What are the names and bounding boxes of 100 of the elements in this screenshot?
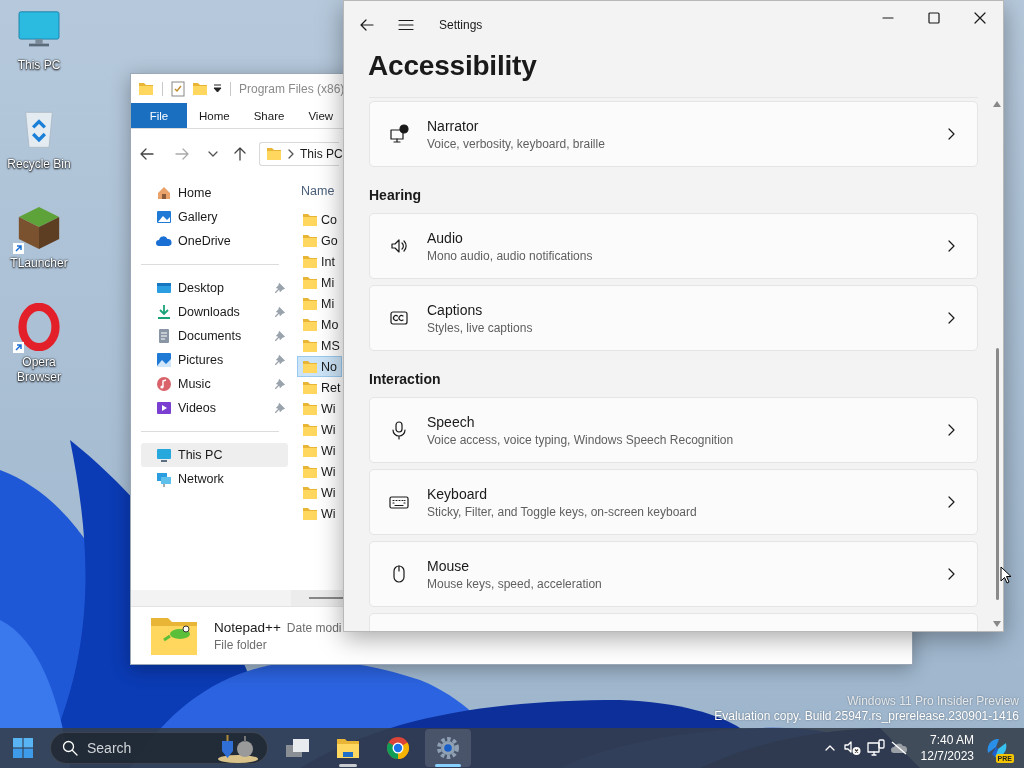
window-title: Settings — [439, 18, 483, 32]
nav-item[interactable]: This PC — [141, 443, 288, 467]
chevron-right-icon — [287, 148, 295, 159]
chevron-up-icon[interactable] — [823, 743, 836, 753]
clock-date[interactable]: 12/7/2023 — [920, 748, 974, 764]
folder-icon — [302, 401, 318, 416]
file-row[interactable]: Ret — [297, 377, 342, 398]
start-icon[interactable] — [13, 738, 33, 758]
ribbon-tab[interactable]: File — [131, 103, 187, 128]
task-view-icon[interactable] — [285, 737, 311, 759]
search-field[interactable]: Search — [50, 732, 268, 764]
checklist-icon[interactable] — [171, 80, 185, 97]
window-title: Program Files (x86) — [239, 81, 345, 96]
file-row[interactable]: Go — [297, 230, 342, 251]
section-heading: Interaction — [369, 371, 441, 387]
folder-icon — [302, 233, 318, 248]
file-row[interactable]: Wi — [297, 440, 342, 461]
folder-icon — [302, 317, 318, 332]
monitor-icon — [388, 124, 409, 144]
folder-icon — [192, 81, 208, 96]
file-row[interactable]: Wi — [297, 461, 342, 482]
file-row[interactable]: No — [297, 356, 342, 377]
folder-icon — [302, 212, 318, 227]
settings-card[interactable]: Mouse Mouse keys, speed, acceleration — [369, 541, 978, 607]
folder-icon — [302, 275, 318, 290]
nav-item[interactable]: Music — [141, 372, 288, 396]
folder-icon[interactable] — [336, 737, 360, 759]
folder-icon — [302, 422, 318, 437]
back-icon[interactable] — [359, 17, 375, 33]
pictures-icon — [156, 352, 172, 368]
item-date-label: Date modi — [286, 620, 342, 635]
settings-card[interactable]: Speech Voice access, voice typing, Windows Speech Recognition — [369, 397, 978, 463]
nav-item[interactable]: Pictures — [141, 348, 288, 372]
captions-icon — [388, 308, 409, 328]
folder-icon — [150, 615, 198, 656]
ribbon-tab[interactable]: Home — [187, 103, 242, 128]
music-icon — [156, 376, 172, 392]
section-heading: Hearing — [369, 187, 422, 203]
file-row[interactable]: Mo — [297, 314, 342, 335]
search-icon — [62, 740, 78, 756]
desktop-icon — [156, 280, 172, 296]
nav-item[interactable]: Desktop — [141, 276, 288, 300]
settings-card[interactable]: Audio Mono audio, audio notifications — [369, 213, 978, 279]
dropdown-icon[interactable] — [213, 84, 222, 93]
settings-card[interactable]: Captions Styles, live captions — [369, 285, 978, 351]
close-icon[interactable] — [974, 12, 986, 24]
folder-icon — [302, 338, 318, 353]
folder-icon — [302, 506, 318, 521]
folder-icon — [302, 380, 318, 395]
desktop-notice: Windows 11 Pro Insider Preview — [847, 694, 1019, 709]
up-arrow-icon[interactable] — [232, 145, 248, 162]
file-row[interactable]: Co — [297, 209, 342, 230]
cloud-off-icon[interactable] — [889, 740, 908, 756]
ring-icon — [17, 303, 61, 351]
speaker-muted-icon[interactable] — [843, 740, 862, 756]
file-row[interactable]: Int — [297, 251, 342, 272]
network-icon[interactable] — [866, 739, 885, 757]
spinning-top-drawing — [216, 733, 260, 763]
folder-icon — [302, 296, 318, 311]
download-icon — [156, 304, 172, 320]
cloud-icon — [156, 233, 172, 249]
horizontal-scrollbar[interactable] — [291, 590, 343, 606]
nav-item[interactable]: Documents — [141, 324, 288, 348]
nav-item[interactable]: Videos — [141, 396, 288, 420]
page-title: Accessibility — [367, 49, 538, 83]
browser-icon[interactable] — [386, 736, 410, 760]
nav-item[interactable]: OneDrive — [141, 229, 288, 253]
menu-icon[interactable] — [398, 17, 414, 33]
ribbon-tab[interactable]: View — [296, 103, 337, 128]
file-row[interactable]: Wi — [297, 503, 342, 524]
document-icon — [156, 328, 172, 344]
nav-item[interactable]: Downloads — [141, 300, 288, 324]
file-row[interactable]: Wi — [297, 419, 342, 440]
video-icon — [156, 400, 172, 416]
folder-icon — [266, 146, 282, 161]
folder-icon — [302, 485, 318, 500]
grass-block-icon — [17, 205, 61, 251]
item-type: File folder — [214, 637, 268, 652]
nav-item[interactable]: Gallery — [141, 205, 288, 229]
gear-icon[interactable] — [436, 736, 460, 760]
home-icon — [156, 185, 172, 201]
taskbar-button[interactable] — [425, 729, 471, 767]
settings-card[interactable]: Keyboard Sticky, Filter, and Toggle keys, on-screen keyboard — [369, 469, 978, 535]
file-row[interactable]: Wi — [297, 398, 342, 419]
nav-item[interactable]: Home — [141, 181, 288, 205]
maximize-icon[interactable] — [928, 12, 940, 24]
nav-item[interactable]: Network — [141, 467, 288, 491]
folder-icon — [302, 464, 318, 479]
folder-icon — [138, 81, 154, 96]
ribbon-tab[interactable]: Share — [241, 103, 297, 128]
column-header[interactable]: Name — [297, 181, 341, 201]
clock-time[interactable]: 7:40 AM — [929, 732, 974, 748]
file-row[interactable]: MS — [297, 335, 342, 356]
file-row[interactable]: Mi — [297, 272, 342, 293]
settings-card[interactable]: Narrator Voice, verbosity, keyboard, braille — [369, 101, 978, 167]
folder-icon — [302, 254, 318, 269]
monitor-icon — [156, 447, 172, 463]
file-row[interactable]: Wi — [297, 482, 342, 503]
file-row[interactable]: Mi — [297, 293, 342, 314]
folder-icon — [302, 443, 318, 458]
